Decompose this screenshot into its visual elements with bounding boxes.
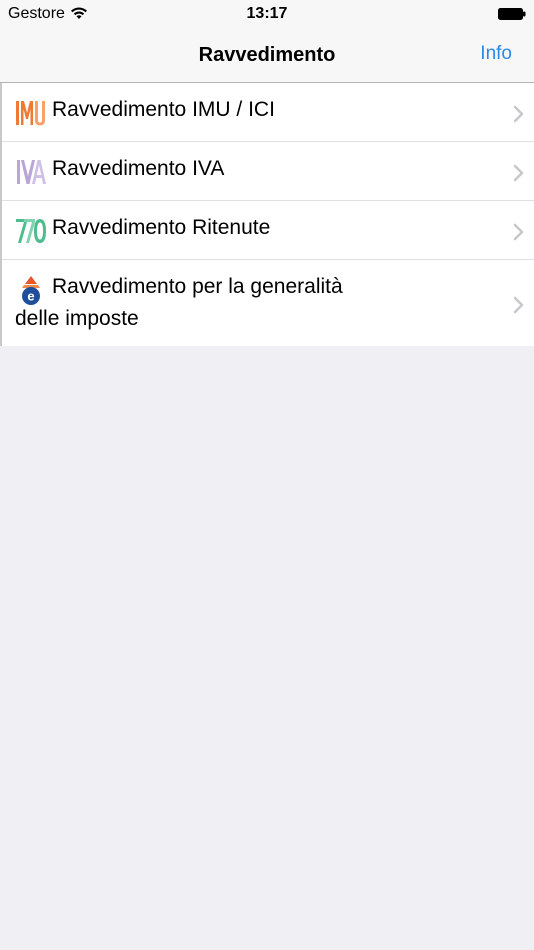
list-item-generalita[interactable]: e Ravvedimento per la generalità delle i… bbox=[2, 260, 534, 346]
list-item-label: Ravvedimento IVA bbox=[52, 157, 225, 180]
list-item-label: Ravvedimento per la generalità bbox=[52, 275, 343, 298]
chevron-right-icon bbox=[513, 223, 524, 241]
imu-logo-icon bbox=[16, 101, 45, 126]
list-item-imu[interactable]: Ravvedimento IMU / ICI bbox=[2, 83, 534, 142]
list-item-iva[interactable]: Ravvedimento IVA bbox=[2, 142, 534, 201]
770-logo-icon bbox=[16, 219, 46, 243]
menu-list: Ravvedimento IMU / ICI Ravvedimento IVA bbox=[0, 83, 534, 346]
chevron-right-icon bbox=[513, 164, 524, 182]
info-button[interactable]: Info bbox=[480, 43, 512, 65]
page-title: Ravvedimento bbox=[198, 44, 336, 66]
status-time: 13:17 bbox=[246, 5, 288, 22]
chevron-right-icon bbox=[513, 105, 524, 123]
list-item-label: Ravvedimento IMU / ICI bbox=[52, 98, 275, 121]
chevron-right-icon bbox=[513, 296, 524, 314]
iva-logo-icon bbox=[17, 160, 46, 184]
list-item-label: Ravvedimento Ritenute bbox=[52, 216, 271, 239]
svg-text:e: e bbox=[27, 289, 34, 304]
battery-icon bbox=[498, 8, 526, 20]
app-screen: Gestore 13:17 Ravvedimento Info Ravvedim… bbox=[0, 0, 534, 950]
agenzia-entrate-logo-icon: e bbox=[22, 276, 40, 305]
list-item-ritenute[interactable]: Ravvedimento Ritenute bbox=[2, 201, 534, 260]
status-bar: Gestore 13:17 bbox=[0, 0, 534, 30]
list-item-label-continuation: delle imposte bbox=[15, 307, 139, 330]
navigation-bar: Ravvedimento Info bbox=[0, 30, 534, 83]
